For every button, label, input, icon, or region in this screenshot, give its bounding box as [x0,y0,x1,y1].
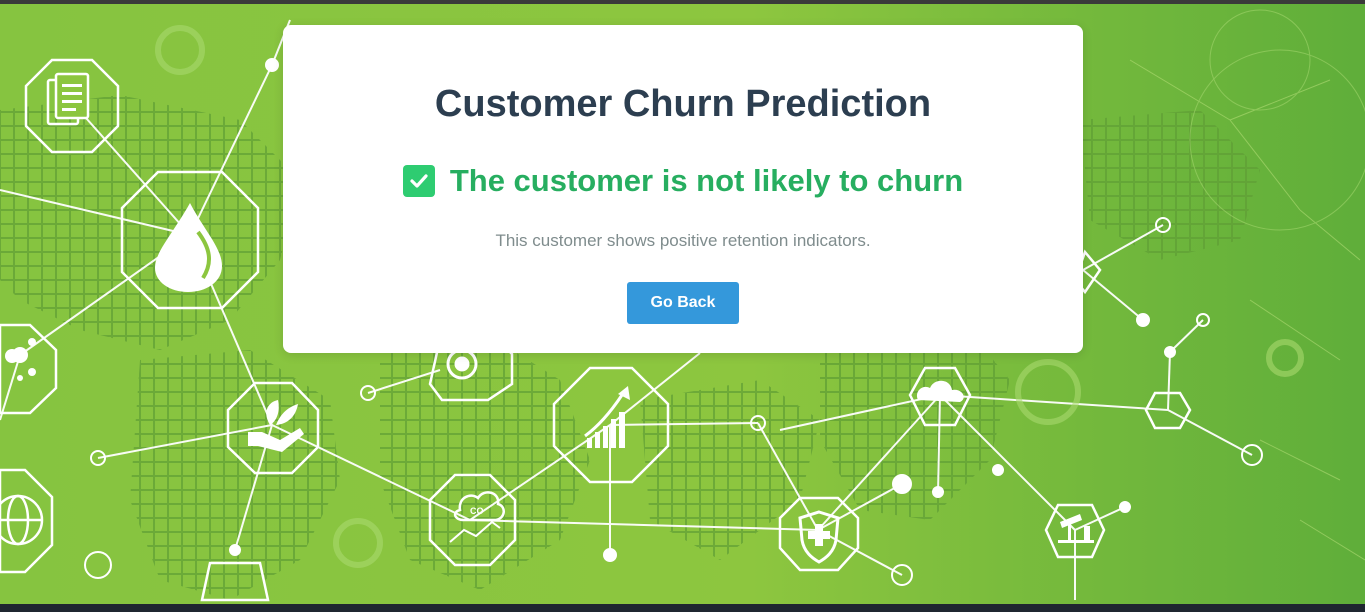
top-border [0,0,1365,4]
prediction-result: The customer is not likely to churn [283,163,1083,199]
page-title: Customer Churn Prediction [434,83,932,125]
prediction-description: This customer shows positive retention i… [495,231,871,250]
prediction-result-text: The customer is not likely to churn [449,163,964,198]
page: CO Customer Churn Prediction The custome… [0,0,1365,612]
taskbar-strip [0,604,1365,612]
svg-text:CO: CO [470,506,484,516]
check-square-icon [402,165,435,197]
go-back-button[interactable]: Go Back [627,282,739,324]
prediction-card: Customer Churn Prediction The customer i… [283,25,1083,353]
